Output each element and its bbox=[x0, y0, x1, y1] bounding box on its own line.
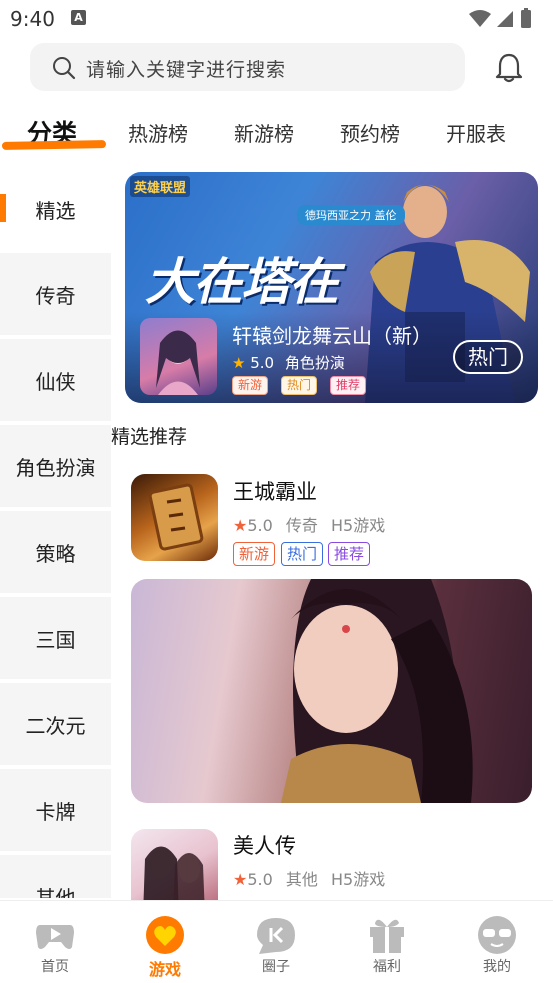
notification-a-icon: A bbox=[71, 10, 86, 25]
sidebar-item-anime[interactable]: 二次元 bbox=[0, 683, 111, 765]
status-time: 9:40 bbox=[10, 7, 55, 31]
game-promo-image[interactable] bbox=[131, 579, 532, 803]
banner-rating: ★ 5.0 角色扮演 bbox=[232, 352, 345, 373]
tab-hot-games[interactable]: 热游榜 bbox=[128, 118, 188, 147]
game-meta: ★5.0 传奇 H5游戏 bbox=[233, 512, 385, 536]
banner-game-thumbnail bbox=[140, 318, 217, 395]
signal-battery-icons bbox=[469, 8, 531, 28]
nav-label: 首页 bbox=[41, 959, 69, 975]
tag-new: 新游 bbox=[233, 542, 276, 566]
game-rating: 5.0 bbox=[247, 870, 273, 889]
sidebar-item-label: 传奇 bbox=[35, 283, 76, 308]
game-platform: H5游戏 bbox=[331, 870, 386, 889]
sunglasses-face-icon bbox=[478, 916, 516, 954]
category-sidebar: 精选 传奇 仙侠 角色扮演 策略 三国 二次元 卡牌 其他 bbox=[0, 168, 111, 898]
sidebar-item-label: 二次元 bbox=[25, 713, 86, 738]
tag-recommend: 推荐 bbox=[328, 542, 371, 566]
star-icon: ★ bbox=[233, 516, 248, 535]
game-name[interactable]: 美人传 bbox=[233, 830, 296, 860]
game-platform: H5游戏 bbox=[331, 516, 386, 535]
banner-rating-value: 5.0 bbox=[250, 354, 275, 372]
bottom-navigation: 首页 游戏 圈子 福利 我的 bbox=[0, 900, 553, 983]
search-icon bbox=[53, 57, 76, 80]
sidebar-item-label: 三国 bbox=[35, 627, 76, 652]
game-rating: 5.0 bbox=[247, 516, 273, 535]
star-icon: ★ bbox=[232, 354, 246, 372]
sidebar-item-other[interactable]: 其他 bbox=[0, 855, 111, 898]
status-bar: 9:40 A bbox=[0, 0, 553, 36]
banner-art-title: 大在塔在 bbox=[145, 253, 339, 311]
nav-label: 圈子 bbox=[262, 959, 290, 975]
sidebar-item-three-kingdoms[interactable]: 三国 bbox=[0, 597, 111, 679]
featured-banner[interactable]: 英雄联盟 德玛西亚之力 盖伦 大在塔在 轩辕剑龙舞云山（新） ★ 5.0 角色扮… bbox=[125, 172, 538, 403]
nav-welfare[interactable]: 福利 bbox=[332, 901, 442, 983]
game-meta: ★5.0 其他 H5游戏 bbox=[233, 866, 385, 890]
nav-profile[interactable]: 我的 bbox=[442, 901, 552, 983]
nav-games[interactable]: 游戏 bbox=[110, 901, 220, 983]
sidebar-active-marker bbox=[0, 194, 6, 222]
banner-hero-tag: 德玛西亚之力 盖伦 bbox=[297, 205, 405, 225]
sidebar-item-label: 卡牌 bbox=[35, 799, 76, 824]
gift-icon bbox=[370, 919, 404, 953]
banner-genre: 角色扮演 bbox=[284, 354, 345, 372]
search-input[interactable]: 请输入关键字进行搜索 bbox=[30, 43, 465, 91]
sidebar-item-featured[interactable]: 精选 bbox=[0, 168, 111, 250]
sidebar-item-label: 策略 bbox=[35, 541, 76, 566]
sidebar-item-rpg[interactable]: 角色扮演 bbox=[0, 425, 111, 507]
sidebar-item-card[interactable]: 卡牌 bbox=[0, 769, 111, 851]
tag-hot: 热门 bbox=[281, 542, 324, 566]
top-tabs: 分类 热游榜 新游榜 预约榜 开服表 bbox=[0, 110, 553, 160]
tab-server-schedule[interactable]: 开服表 bbox=[446, 118, 506, 147]
game-icon-wangcheng[interactable] bbox=[131, 474, 218, 561]
chat-icon bbox=[257, 918, 295, 954]
sidebar-item-strategy[interactable]: 策略 bbox=[0, 511, 111, 593]
sidebar-item-xianxia[interactable]: 仙侠 bbox=[0, 339, 111, 421]
nav-label: 游戏 bbox=[148, 960, 181, 979]
gamepad-icon bbox=[36, 925, 74, 949]
banner-hot-button[interactable]: 热门 bbox=[453, 340, 523, 374]
banner-game-logo: 英雄联盟 bbox=[130, 176, 191, 197]
banner-game-name: 轩辕剑龙舞云山（新） bbox=[232, 324, 432, 348]
banner-badge-hot: 热门 bbox=[281, 376, 318, 395]
sidebar-item-label: 精选 bbox=[35, 198, 76, 223]
sidebar-item-label: 仙侠 bbox=[35, 369, 76, 394]
tab-reservation[interactable]: 预约榜 bbox=[340, 118, 400, 147]
sidebar-item-label: 角色扮演 bbox=[15, 455, 96, 480]
game-genre: 其他 bbox=[285, 870, 318, 889]
section-title: 精选推荐 bbox=[111, 426, 188, 448]
bell-icon[interactable] bbox=[494, 52, 524, 84]
heart-bubble-icon bbox=[146, 916, 184, 954]
nav-label: 我的 bbox=[483, 959, 511, 975]
nav-home[interactable]: 首页 bbox=[0, 901, 110, 983]
sidebar-item-label: 其他 bbox=[35, 885, 76, 899]
nav-label: 福利 bbox=[373, 959, 401, 975]
game-name[interactable]: 王城霸业 bbox=[233, 476, 317, 506]
tab-new-games[interactable]: 新游榜 bbox=[234, 118, 294, 147]
sidebar-item-legend[interactable]: 传奇 bbox=[0, 253, 111, 335]
banner-badge-new: 新游 bbox=[232, 376, 269, 395]
star-icon: ★ bbox=[233, 870, 248, 889]
game-genre: 传奇 bbox=[285, 516, 318, 535]
search-placeholder: 请输入关键字进行搜索 bbox=[86, 59, 287, 81]
banner-badge-recommend: 推荐 bbox=[330, 376, 367, 395]
nav-circle[interactable]: 圈子 bbox=[221, 901, 331, 983]
